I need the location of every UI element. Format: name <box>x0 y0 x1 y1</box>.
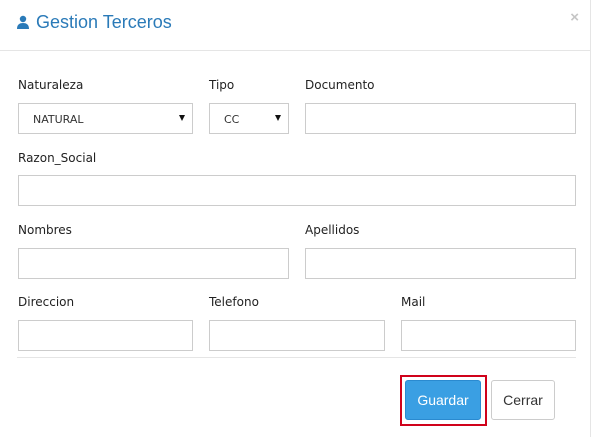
tipo-selected: CC <box>224 113 240 126</box>
close-icon[interactable]: × <box>570 10 579 26</box>
nombres-input[interactable] <box>18 248 289 279</box>
naturaleza-select[interactable]: NATURAL <box>18 103 193 134</box>
razon-social-input[interactable] <box>18 175 576 206</box>
apellidos-label: Apellidos <box>305 223 360 237</box>
footer-divider <box>17 357 576 358</box>
close-button[interactable]: Cerrar <box>491 380 555 420</box>
naturaleza-selected: NATURAL <box>33 113 84 126</box>
tipo-select[interactable]: CC <box>209 103 289 134</box>
direccion-input[interactable] <box>18 320 193 351</box>
caret-down-icon <box>275 115 281 121</box>
nombres-label: Nombres <box>18 223 72 237</box>
documento-label: Documento <box>305 78 375 92</box>
naturaleza-label: Naturaleza <box>18 78 84 92</box>
telefono-label: Telefono <box>209 295 259 309</box>
razon-social-label: Razon_Social <box>18 151 97 165</box>
telefono-input[interactable] <box>209 320 385 351</box>
apellidos-input[interactable] <box>305 248 576 279</box>
modal-title: Gestion Terceros <box>16 10 172 34</box>
save-button[interactable]: Guardar <box>405 380 481 420</box>
mail-input[interactable] <box>401 320 576 351</box>
tipo-label: Tipo <box>209 78 235 92</box>
mail-label: Mail <box>401 295 426 309</box>
caret-down-icon <box>179 115 185 121</box>
gestion-terceros-modal: Gestion Terceros × Naturaleza NATURAL Ti… <box>0 0 591 437</box>
user-icon <box>17 15 29 29</box>
modal-title-text: Gestion Terceros <box>36 11 172 32</box>
modal-header: Gestion Terceros × <box>0 0 591 51</box>
direccion-label: Direccion <box>18 295 75 309</box>
documento-input[interactable] <box>305 103 576 134</box>
